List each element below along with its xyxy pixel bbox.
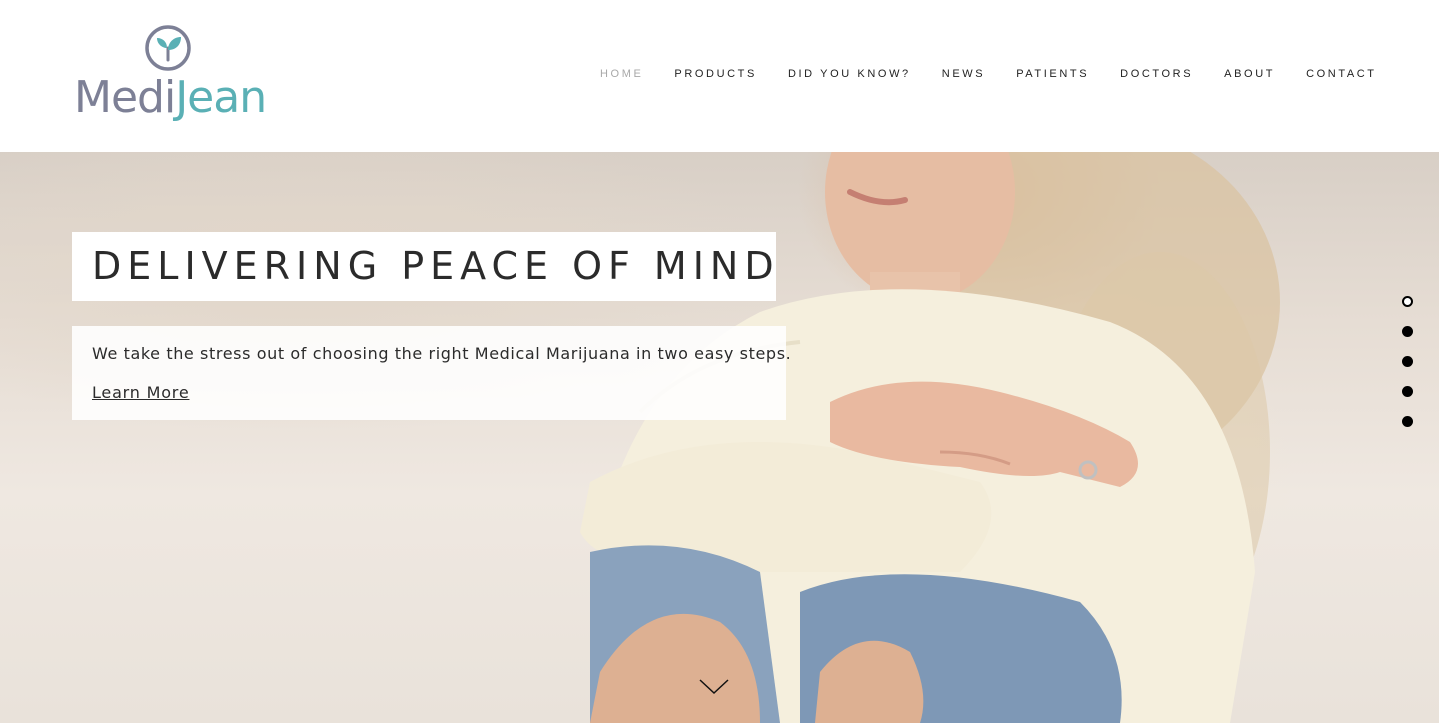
headline-box: DELIVERING PEACE OF MIND — [72, 232, 776, 301]
slide-dot-5[interactable] — [1402, 416, 1413, 427]
site-header: MediJean HOME PRODUCTS DID YOU KNOW? NEW… — [0, 0, 1439, 152]
slide-pagination — [1402, 296, 1416, 446]
leaf-circle-icon — [145, 25, 191, 71]
slide-dot-4[interactable] — [1402, 386, 1413, 397]
logo-wordmark: MediJean — [74, 76, 267, 120]
hero-subtext: We take the stress out of choosing the r… — [92, 344, 792, 363]
nav-item-news[interactable]: NEWS — [942, 68, 985, 80]
nav-item-about[interactable]: ABOUT — [1224, 68, 1275, 80]
nav-item-doctors[interactable]: DOCTORS — [1120, 68, 1193, 80]
main-nav: HOME PRODUCTS DID YOU KNOW? NEWS PATIENT… — [600, 68, 1408, 80]
nav-item-products[interactable]: PRODUCTS — [674, 68, 757, 80]
slide-dot-3[interactable] — [1402, 356, 1413, 367]
hero-subtext-box: We take the stress out of choosing the r… — [72, 326, 791, 420]
nav-item-did-you-know[interactable]: DID YOU KNOW? — [788, 68, 911, 80]
nav-item-home[interactable]: HOME — [600, 68, 643, 80]
learn-more-link[interactable]: Learn More — [92, 383, 189, 402]
logo[interactable]: MediJean — [74, 24, 267, 128]
slide-dot-1[interactable] — [1402, 296, 1413, 307]
nav-item-patients[interactable]: PATIENTS — [1016, 68, 1089, 80]
logo-text-jean: Jean — [175, 72, 267, 123]
nav-item-contact[interactable]: CONTACT — [1306, 68, 1377, 80]
slide-dot-2[interactable] — [1402, 326, 1413, 337]
logo-text-medi: Medi — [74, 72, 176, 123]
chevron-down-icon[interactable] — [698, 676, 730, 696]
hero-headline: DELIVERING PEACE OF MIND — [92, 244, 780, 288]
hero-banner: DELIVERING PEACE OF MIND We take the str… — [0, 152, 1439, 723]
